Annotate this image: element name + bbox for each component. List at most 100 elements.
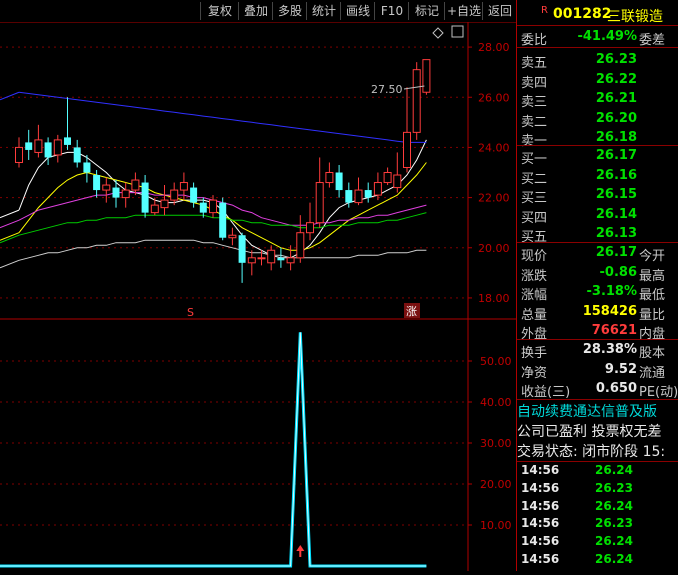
sub-y-tick-label: 30.00	[480, 437, 512, 450]
trade-price: 26.23	[595, 480, 633, 495]
weibi-row: 委比 -41.49% 委差	[517, 27, 678, 48]
notice-line-1[interactable]: 自动续费通达信普及版	[517, 401, 678, 421]
quote-row-label: 现价	[521, 249, 548, 264]
candle-body	[315, 182, 324, 224]
statistics-button[interactable]: 统计	[306, 2, 341, 20]
fin-row-label: 换手	[521, 346, 548, 361]
quote-row-value: -3.18%	[586, 284, 638, 299]
fin-row: 净资 9.52 流通	[517, 360, 678, 381]
trade-time: 14:56	[521, 463, 560, 477]
bid-row: 买一 26.17	[517, 146, 678, 167]
sub-indicator-core	[0, 332, 427, 567]
quote-row: 涨跌 -0.86 最高	[517, 263, 678, 284]
candle-body	[412, 69, 421, 133]
quote-row-label: 涨跌	[521, 268, 548, 284]
candle-body	[228, 234, 237, 239]
bid-row-label: 买三	[521, 191, 548, 206]
y-tick-label: 28.00	[478, 41, 510, 54]
fin-row: 收益(三) 0.650 PE(动)	[517, 379, 678, 400]
fin-row-label: 收益(三)	[521, 385, 571, 400]
stock-name: 三联锻造	[607, 9, 663, 25]
bid-row-label: 买二	[521, 171, 548, 187]
candle-body	[112, 187, 120, 198]
back-button[interactable]: 返回	[482, 2, 517, 20]
quote-row-value: 158426	[582, 303, 637, 319]
sub-y-tick-label: 50.00	[480, 355, 512, 368]
multi-stock-button[interactable]: 多股	[272, 2, 307, 20]
kline-chart[interactable]: 28.00 26.00 24.00 22.00 20.00 18.00 50.00 40.00…	[0, 0, 516, 571]
f10-button[interactable]: F10	[374, 2, 409, 20]
bid-row-value: 26.16	[595, 167, 637, 183]
notice-line-2[interactable]: 公司已盈利 投票权无差	[517, 421, 678, 441]
tick-trade-row: 14:56 26.24	[517, 498, 678, 516]
ask-row: 卖三 26.21	[517, 89, 678, 110]
quote-row-label: 总量	[521, 307, 548, 323]
candle-body	[238, 235, 246, 263]
candle-body	[179, 182, 188, 191]
diamond-icon	[432, 27, 444, 39]
fin-row-value: 9.52	[604, 361, 637, 377]
candle-body	[160, 199, 169, 209]
quote-row: 总量 158426 量比	[517, 302, 678, 323]
quote-row-value: 26.17	[595, 245, 637, 260]
tick-trade-row: 14:56 26.24	[517, 551, 678, 569]
candle-body	[44, 142, 52, 158]
candle-body	[64, 137, 71, 145]
trade-price: 26.24	[595, 498, 633, 513]
ask-row-label: 卖三	[521, 95, 548, 110]
candle-body	[25, 142, 33, 150]
candle-body	[190, 187, 198, 203]
fin-row-label2: 流通	[639, 365, 666, 381]
trade-time: 14:56	[521, 480, 560, 495]
bid-row-value: 26.13	[595, 226, 637, 241]
y-tick-label: 26.00	[478, 91, 510, 104]
fin-row-label2: 股本	[639, 346, 666, 361]
draw-line-button[interactable]: 画线	[340, 2, 375, 20]
mark-button[interactable]: 标记	[408, 2, 445, 20]
y-tick-label: 24.00	[478, 141, 510, 154]
restore-rights-button[interactable]: 复权	[200, 2, 239, 20]
ask-row-value: 26.23	[595, 52, 637, 67]
ma-line	[18, 239, 427, 261]
candle-body	[102, 184, 111, 191]
candle-body	[199, 202, 207, 213]
ask-row-value: 26.18	[595, 130, 637, 145]
add-watchlist-button[interactable]: +自选	[444, 2, 483, 20]
sub-y-tick-label: 40.00	[480, 396, 512, 409]
trade-time: 14:56	[521, 534, 560, 549]
candle-body	[422, 59, 431, 93]
fin-row-label2: PE(动)	[639, 385, 678, 400]
ask-row: 卖五 26.23	[517, 50, 678, 71]
quote-row: 涨幅 -3.18% 最低	[517, 282, 678, 303]
candle-body	[73, 147, 81, 163]
quote-row-label: 涨幅	[521, 288, 548, 303]
quote-row-label2: 最高	[639, 268, 666, 284]
candle-body	[53, 139, 62, 156]
bid-row-value: 26.14	[595, 206, 637, 222]
chart-toolbar: 复权 叠加 多股 统计 画线 F10 标记 +自选 返回	[0, 0, 516, 22]
quote-row-label2: 今开	[639, 249, 666, 264]
y-tick-label: 18.00	[478, 292, 510, 305]
bid-row-value: 26.17	[595, 148, 637, 163]
bid-row: 买三 26.15	[517, 185, 678, 206]
ma-line-lead	[0, 219, 20, 229]
trade-time: 14:56	[521, 552, 560, 566]
candle-body	[150, 204, 159, 214]
candle-body	[403, 131, 411, 168]
overlay-button[interactable]: 叠加	[238, 2, 273, 20]
bid-row: 买四 26.14	[517, 205, 678, 226]
candle-body	[306, 222, 314, 234]
tick-trade-row: 14:56 26.24	[517, 533, 678, 551]
candle-body	[15, 146, 23, 163]
y-tick-label: 22.00	[478, 192, 510, 205]
sub-y-tick-label: 10.00	[480, 519, 512, 532]
trade-price: 26.24	[595, 534, 633, 549]
trade-time: 14:56	[521, 516, 560, 531]
bid-row: 买二 26.16	[517, 166, 678, 187]
candle-body	[93, 175, 101, 191]
weicha-label: 委差	[639, 33, 666, 48]
chart-area[interactable]: 28.00 26.00 24.00 22.00 20.00 18.00 50.00 40.00…	[0, 0, 516, 571]
candle-body	[383, 172, 392, 184]
sub-y-tick-label: 20.00	[480, 478, 512, 491]
rise-marker: 涨	[406, 305, 417, 318]
